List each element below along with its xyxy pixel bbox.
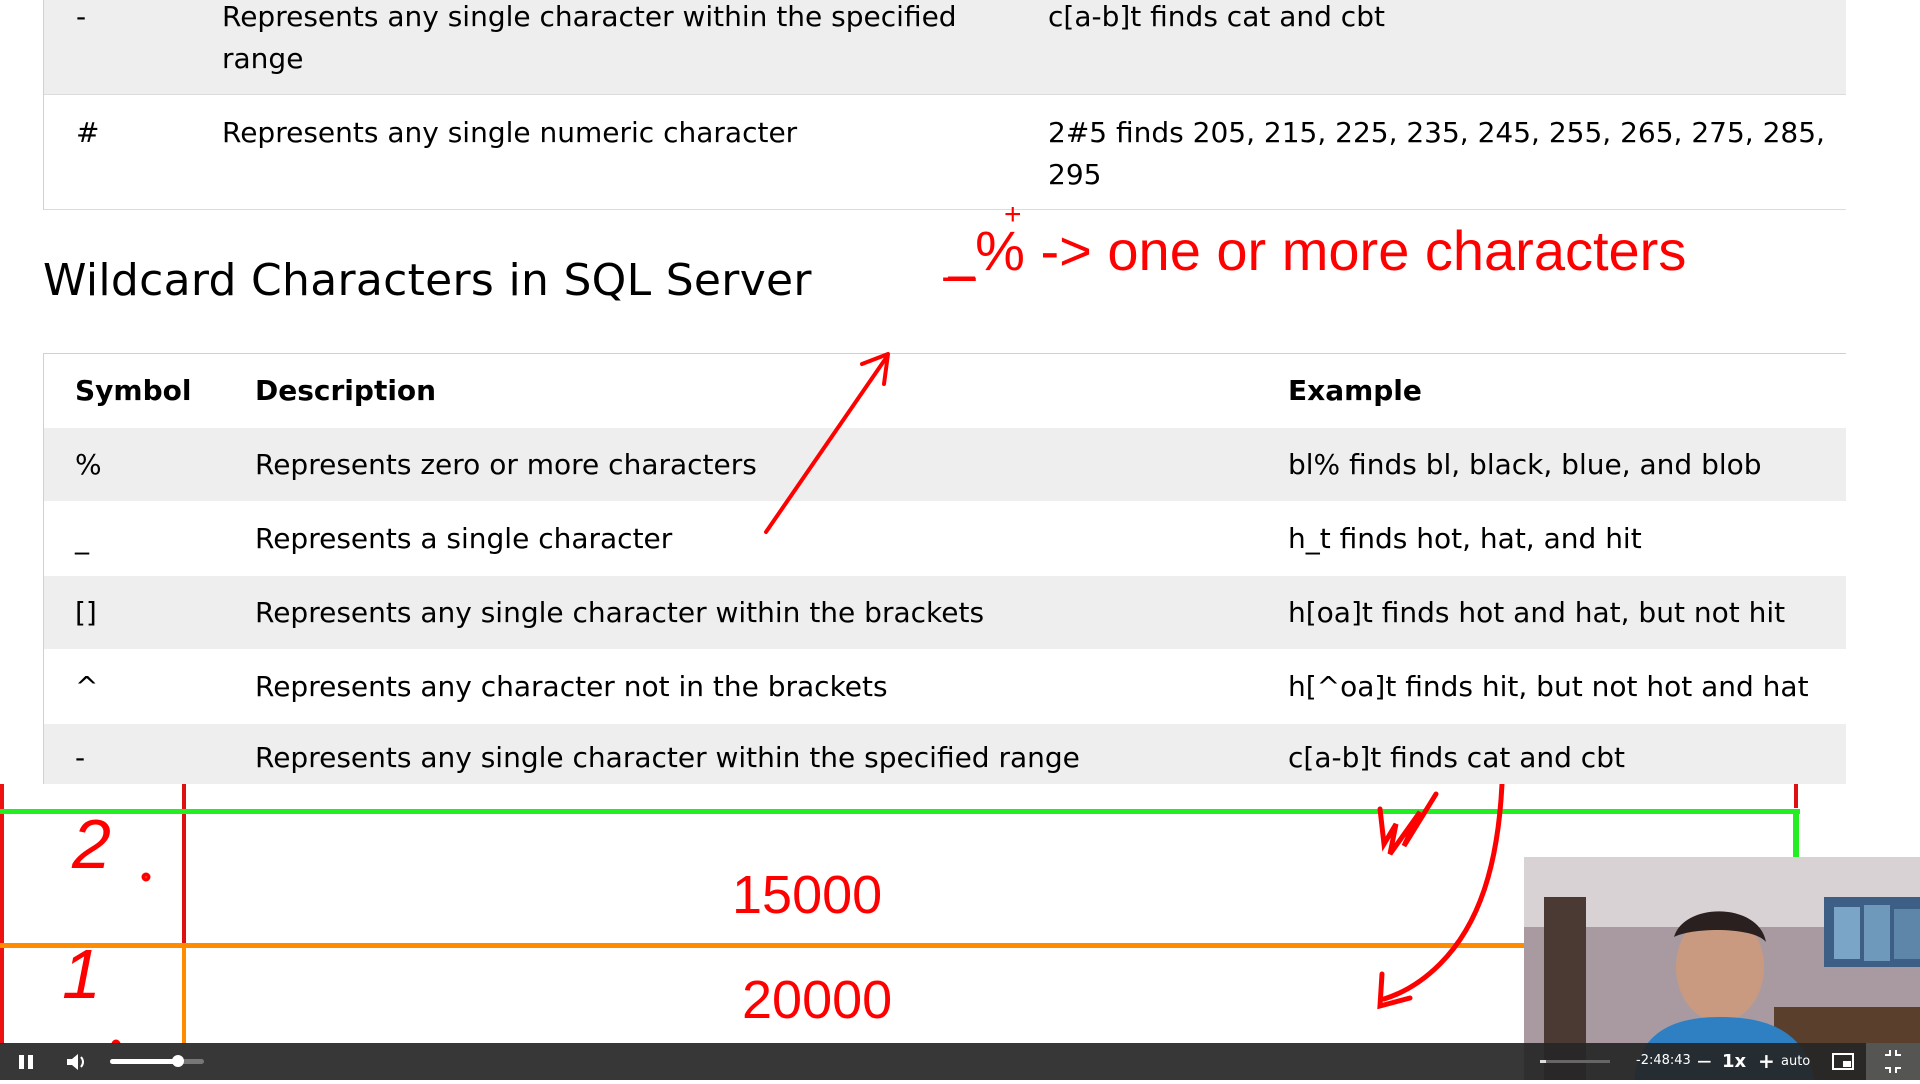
scribble-mark <box>1377 791 1439 856</box>
exit-fullscreen-icon <box>1885 1050 1901 1073</box>
pause-icon <box>19 1055 33 1069</box>
picture-in-picture-button[interactable] <box>1832 1052 1854 1072</box>
volume-button[interactable] <box>64 1051 88 1073</box>
volume-level <box>110 1059 178 1064</box>
speed-up-button[interactable]: + <box>1758 1049 1775 1073</box>
speed-down-button[interactable]: − <box>1696 1049 1713 1073</box>
quality-selector[interactable]: auto <box>1781 1052 1810 1072</box>
playback-speed[interactable]: 1x <box>1722 1050 1746 1074</box>
volume-icon <box>67 1054 84 1070</box>
pause-button[interactable] <box>16 1052 36 1072</box>
volume-slider[interactable] <box>110 1055 204 1067</box>
seek-bar[interactable] <box>1540 1060 1610 1063</box>
exit-fullscreen-button[interactable] <box>1866 1043 1920 1080</box>
annotation-arrow <box>764 352 890 534</box>
scribble-arrow <box>1381 784 1505 1002</box>
seek-progress <box>1540 1060 1547 1063</box>
pip-icon <box>1832 1053 1854 1070</box>
volume-knob[interactable] <box>171 1055 184 1067</box>
time-remaining: -2:48:43 <box>1636 1053 1691 1068</box>
video-player-bar: -2:48:43 − 1x + auto <box>0 1043 1920 1080</box>
